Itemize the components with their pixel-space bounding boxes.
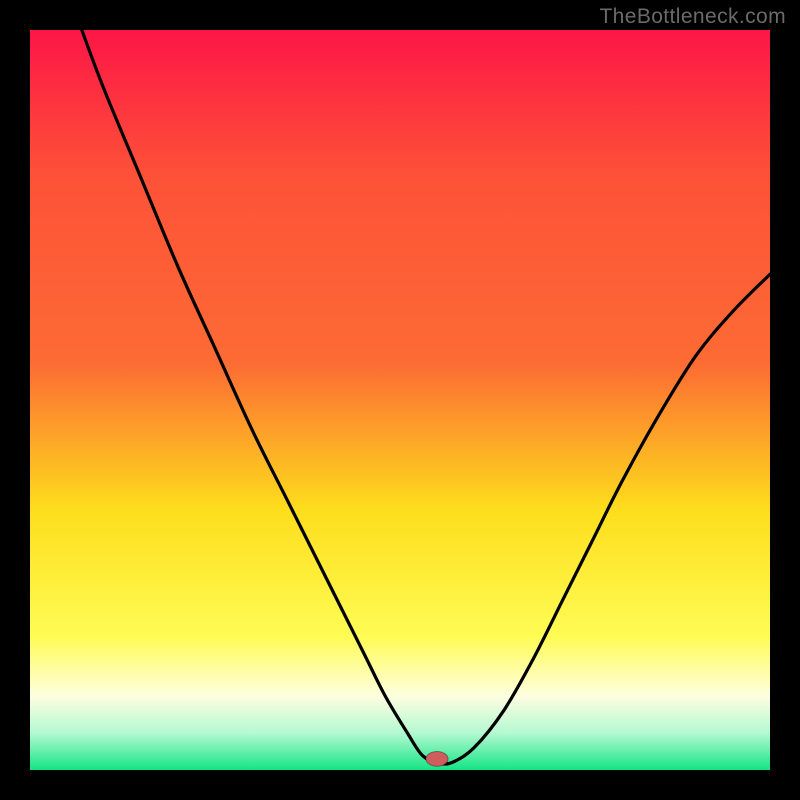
chart-frame: TheBottleneck.com xyxy=(0,0,800,800)
gradient-background xyxy=(30,30,770,770)
watermark-text: TheBottleneck.com xyxy=(599,5,786,29)
plot-area xyxy=(30,30,770,770)
optimum-marker xyxy=(426,752,448,767)
plot-svg xyxy=(30,30,770,770)
